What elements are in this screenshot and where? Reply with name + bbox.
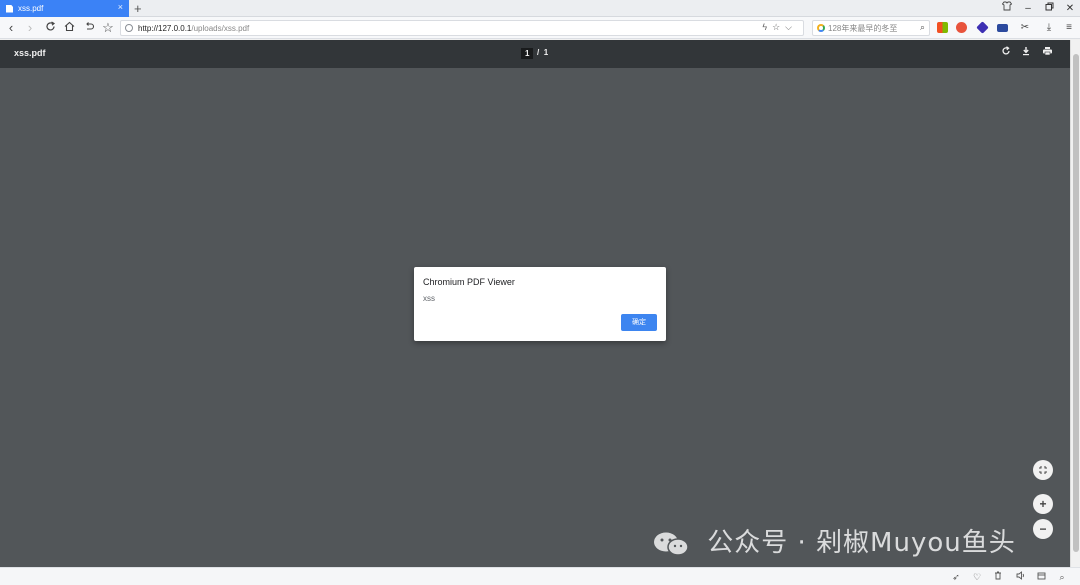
reload-button[interactable] (41, 19, 59, 37)
lightning-icon[interactable]: ϟ (762, 22, 772, 32)
undo-close-tab-button[interactable] (80, 19, 98, 37)
heart-icon[interactable]: ♡ (970, 570, 984, 584)
download-arrow-icon[interactable]: ⤓ (1040, 19, 1058, 37)
pdf-file-name: xss.pdf (14, 48, 46, 58)
cut-icon[interactable]: ✂ (1016, 19, 1034, 37)
pdf-toolbar: xss.pdf 1 / 1 (0, 40, 1070, 68)
browser-toolbar: ‹ › ☆ http://127.0.0.1/uploads/xss.pdf ϟ… (0, 17, 1080, 39)
tab-strip: xss.pdf × + – ✕ (0, 0, 1080, 17)
alert-dialog: Chromium PDF Viewer xss 确定 (414, 267, 666, 341)
minimize-button[interactable]: – (1018, 0, 1038, 17)
rocket-icon[interactable]: ➶ (949, 570, 963, 584)
rotate-icon[interactable] (999, 46, 1013, 60)
search-placeholder: 128年来最早的冬至 (828, 23, 898, 33)
tab-xss-pdf[interactable]: xss.pdf × (0, 0, 129, 17)
trash-icon[interactable] (991, 570, 1005, 584)
shirt-skin-icon[interactable] (997, 0, 1017, 17)
menu-icon[interactable]: ≡ (1060, 19, 1078, 37)
back-button[interactable]: ‹ (2, 19, 20, 37)
new-tab-button[interactable]: + (134, 0, 142, 17)
forward-button[interactable]: › (21, 19, 39, 37)
address-actions: ϟ☆⌵ (762, 22, 797, 33)
search-icon[interactable]: ⌕ (920, 22, 925, 33)
chevron-down-icon[interactable]: ⌵ (785, 22, 797, 32)
total-pages: 1 (543, 48, 549, 57)
wechat-logo-icon (654, 532, 689, 556)
restore-button[interactable] (1039, 0, 1059, 17)
fit-page-button[interactable] (1033, 460, 1053, 480)
address-host: http://127.0.0.1 (138, 23, 192, 33)
address-path: /uploads/xss.pdf (191, 23, 250, 33)
pdf-tool-icon[interactable] (997, 24, 1008, 32)
close-window-button[interactable]: ✕ (1060, 0, 1080, 17)
print-icon[interactable] (1040, 46, 1054, 60)
scrollbar-thumb[interactable] (1073, 54, 1079, 552)
bookmark-star-button[interactable]: ☆ (99, 19, 117, 37)
page-separator: / (537, 48, 540, 57)
zoom-in-button[interactable]: + (1033, 494, 1053, 514)
document-icon (6, 4, 13, 13)
home-button[interactable] (60, 19, 78, 37)
page-number-input[interactable]: 1 (521, 48, 534, 59)
download-icon[interactable] (1019, 46, 1033, 60)
site-info-icon[interactable] (125, 24, 133, 32)
search-box[interactable]: 128年来最早的冬至 ⌕ (812, 20, 930, 36)
zoom-magnifier-icon[interactable]: ⌕ (1055, 570, 1069, 584)
zoom-out-button[interactable]: − (1033, 519, 1053, 539)
page-count: / 1 (537, 48, 548, 57)
watermark-text: 公众号 · 剁椒Muyou鱼头 (707, 528, 1016, 558)
tab-title: xss.pdf (18, 4, 44, 13)
tab-close-icon[interactable]: × (118, 2, 123, 12)
extension-badge-icon[interactable] (976, 21, 989, 34)
status-bar: ➶ ♡ ⌕ (0, 567, 1080, 585)
extension-icon[interactable] (956, 22, 967, 33)
speaker-icon[interactable] (1013, 570, 1027, 584)
dialog-message: xss (423, 294, 435, 303)
watermark: 公众号 · 剁椒Muyou鱼头 (652, 522, 1016, 559)
address-bar[interactable]: http://127.0.0.1/uploads/xss.pdf ϟ☆⌵ (120, 20, 804, 36)
dialog-title: Chromium PDF Viewer (423, 277, 515, 287)
vertical-scrollbar[interactable] (1070, 40, 1080, 567)
ok-button[interactable]: 确定 (621, 314, 657, 331)
window-icon[interactable] (1034, 570, 1048, 584)
search-engine-icon (817, 24, 825, 32)
apps-grid-icon[interactable] (937, 22, 948, 33)
favorite-star-icon[interactable]: ☆ (772, 22, 785, 32)
